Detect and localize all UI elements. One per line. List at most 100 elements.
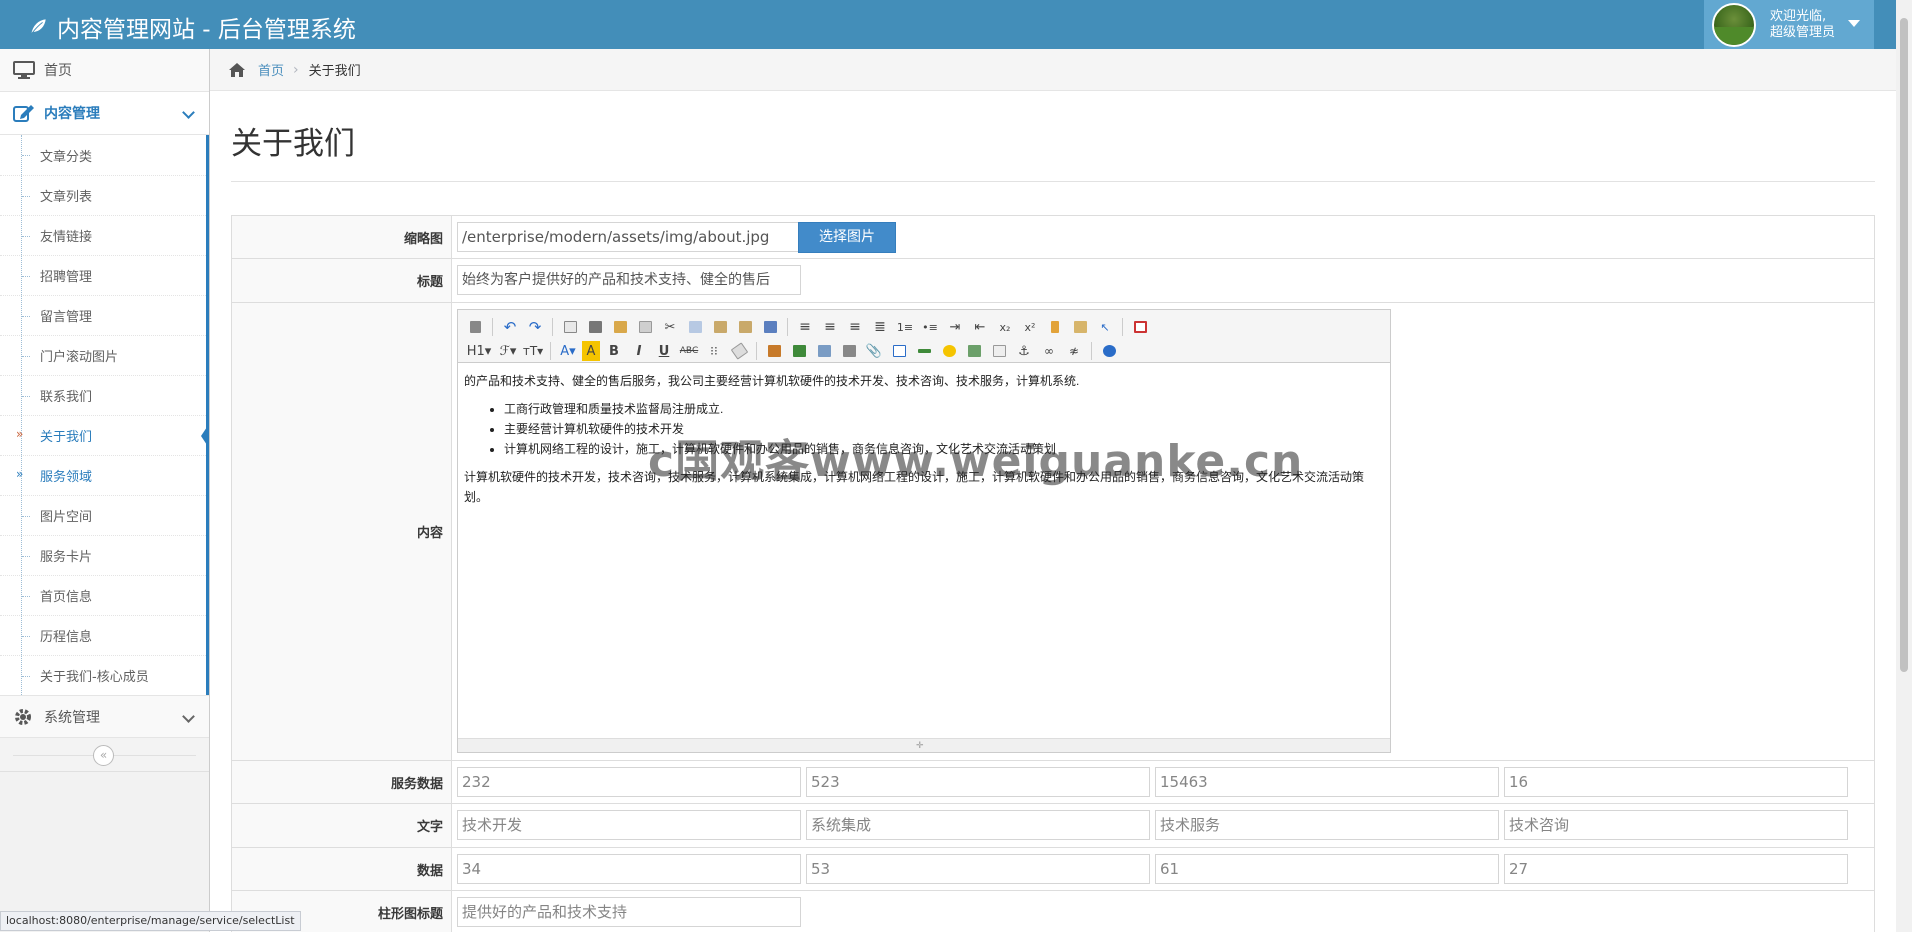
data-input-2[interactable]: 53 <box>806 854 1150 884</box>
sub-item-article-category[interactable]: 文章分类 <box>0 135 206 175</box>
editor-resize-bar[interactable]: ✛ <box>458 738 1390 752</box>
superscript-icon[interactable]: x² <box>1019 317 1041 337</box>
outdent-icon[interactable]: ⇤ <box>969 317 991 337</box>
row-text: 文字 技术开发 系统集成 技术服务 技术咨询 <box>231 803 1875 847</box>
redo-icon[interactable]: ↷ <box>524 317 546 337</box>
bar-title-input[interactable]: 提供好的产品和技术支持 <box>457 897 801 927</box>
user-menu[interactable]: 欢迎光临, 超级管理员 <box>1704 0 1874 49</box>
select-image-button[interactable]: 选择图片 <box>798 222 896 253</box>
align-right-icon[interactable]: ≡ <box>844 317 866 337</box>
data-input-1[interactable]: 34 <box>457 854 801 884</box>
indent-icon[interactable]: ⇥ <box>944 317 966 337</box>
service-data-input-3[interactable]: 15463 <box>1155 767 1499 797</box>
underline-icon[interactable]: U <box>653 341 675 361</box>
align-left-icon[interactable]: ≡ <box>794 317 816 337</box>
emoticon-icon[interactable] <box>938 341 960 361</box>
eraser-icon[interactable] <box>728 341 750 361</box>
pointer-icon[interactable]: ↖ <box>1094 317 1116 337</box>
home-icon <box>229 62 245 77</box>
source-icon[interactable] <box>464 317 486 337</box>
service-data-input-2[interactable]: 523 <box>806 767 1150 797</box>
copy-icon[interactable] <box>684 317 706 337</box>
data-input-4[interactable]: 27 <box>1504 854 1848 884</box>
unordered-list-icon[interactable]: •≡ <box>919 317 941 337</box>
select-all-icon[interactable] <box>1069 317 1091 337</box>
sub-item-portal-carousel[interactable]: 门户滚动图片 <box>0 335 206 375</box>
sub-item-image-space[interactable]: 图片空间 <box>0 495 206 535</box>
strikethrough-icon[interactable]: ABC <box>678 341 700 361</box>
map-icon[interactable] <box>963 341 985 361</box>
line-height-icon[interactable]: ⁝⁝ <box>703 341 725 361</box>
subscript-icon[interactable]: x₂ <box>994 317 1016 337</box>
multi-image-icon[interactable] <box>788 341 810 361</box>
rich-text-editor: ↶ ↷ ✂ ≡ ≡ ≡ ≣ 1≡ •≡ ⇥ ⇤ x₂ x² ↖ H1 ▾ ℱ▾ … <box>457 309 1391 753</box>
anchor-icon[interactable]: ⚓ <box>1013 341 1035 361</box>
align-center-icon[interactable]: ≡ <box>819 317 841 337</box>
font-color-icon[interactable]: A▾ <box>557 341 579 361</box>
brand[interactable]: 内容管理网站 - 后台管理系统 <box>27 10 356 44</box>
print-icon[interactable] <box>584 317 606 337</box>
sub-item-contact-us[interactable]: 联系我们 <box>0 375 206 415</box>
scrollbar-thumb[interactable] <box>1900 18 1908 672</box>
image-icon[interactable] <box>763 341 785 361</box>
help-icon[interactable] <box>1098 341 1120 361</box>
undo-icon[interactable]: ↶ <box>499 317 521 337</box>
sub-item-about-core-members[interactable]: 关于我们-核心成员 <box>0 655 206 695</box>
text-input-4[interactable]: 技术咨询 <box>1504 810 1848 840</box>
sub-item-history-info[interactable]: 历程信息 <box>0 615 206 655</box>
sidebar-item-content-mgmt[interactable]: 内容管理 <box>0 92 209 135</box>
link-icon[interactable]: ∞ <box>1038 341 1060 361</box>
cut-icon[interactable]: ✂ <box>659 317 681 337</box>
heading-dropdown[interactable]: H1 ▾ <box>464 341 494 361</box>
paste-word-icon[interactable] <box>759 317 781 337</box>
horizontal-rule-icon[interactable] <box>913 341 935 361</box>
content-submenu: 文章分类 文章列表 友情链接 招聘管理 留言管理 门户滚动图片 联系我们 » 关于… <box>0 135 209 695</box>
row-content: 内容 ↶ ↷ ✂ ≡ ≡ ≡ ≣ 1≡ •≡ ⇥ ⇤ x₂ x² ↖ H1 ▾ … <box>231 302 1875 760</box>
fullscreen-icon[interactable] <box>1129 317 1151 337</box>
sub-item-messages[interactable]: 留言管理 <box>0 295 206 335</box>
ordered-list-icon[interactable]: 1≡ <box>894 317 916 337</box>
sub-item-recruitment[interactable]: 招聘管理 <box>0 255 206 295</box>
sub-item-home-info[interactable]: 首页信息 <box>0 575 206 615</box>
sub-item-service-areas[interactable]: » 服务领域 <box>0 455 206 495</box>
text-input-2[interactable]: 系统集成 <box>806 810 1150 840</box>
page-scrollbar[interactable] <box>1896 0 1912 932</box>
double-chevron-left-icon[interactable]: « <box>93 745 114 766</box>
template-icon[interactable] <box>609 317 631 337</box>
service-data-input-4[interactable]: 16 <box>1504 767 1848 797</box>
font-size-icon[interactable]: тT▾ <box>522 341 544 361</box>
align-justify-icon[interactable]: ≣ <box>869 317 891 337</box>
highlight-color-icon[interactable]: A <box>582 341 600 361</box>
media-icon[interactable] <box>838 341 860 361</box>
text-input-3[interactable]: 技术服务 <box>1155 810 1499 840</box>
service-data-input-1[interactable]: 232 <box>457 767 801 797</box>
attachment-icon[interactable]: 📎 <box>863 341 885 361</box>
sidebar-item-home[interactable]: 首页 <box>0 49 209 92</box>
breadcrumb-home-link[interactable]: 首页 <box>258 60 284 79</box>
sub-item-friend-links[interactable]: 友情链接 <box>0 215 206 255</box>
breadcrumb: 首页 › 关于我们 <box>210 49 1896 91</box>
page-break-icon[interactable] <box>988 341 1010 361</box>
breadcrumb-current: 关于我们 <box>308 64 361 79</box>
table-icon[interactable] <box>888 341 910 361</box>
sub-item-about-us[interactable]: » 关于我们 <box>0 415 209 455</box>
data-input-3[interactable]: 61 <box>1155 854 1499 884</box>
clear-format-icon[interactable] <box>1044 317 1066 337</box>
editor-content[interactable]: 的产品和技术支持、健全的售后服务，我公司主要经营计算机软硬件的技术开发、技术咨询… <box>458 363 1390 737</box>
thumbnail-input[interactable]: /enterprise/modern/assets/img/about.jpg <box>457 222 799 252</box>
bold-icon[interactable]: B <box>603 341 625 361</box>
sidebar-item-system-mgmt[interactable]: 系统管理 <box>0 695 209 738</box>
italic-icon[interactable]: I <box>628 341 650 361</box>
paste-icon[interactable] <box>709 317 731 337</box>
title-input[interactable]: 始终为客户提供好的产品和技术支持、健全的售后 <box>457 265 801 295</box>
title-label: 标题 <box>231 259 451 302</box>
unlink-icon[interactable]: ≉ <box>1063 341 1085 361</box>
flash-icon[interactable] <box>813 341 835 361</box>
sub-item-article-list[interactable]: 文章列表 <box>0 175 206 215</box>
font-family-icon[interactable]: ℱ▾ <box>497 341 519 361</box>
preview-icon[interactable] <box>559 317 581 337</box>
sub-item-service-cards[interactable]: 服务卡片 <box>0 535 206 575</box>
code-icon[interactable] <box>634 317 656 337</box>
text-input-1[interactable]: 技术开发 <box>457 810 801 840</box>
paste-text-icon[interactable] <box>734 317 756 337</box>
